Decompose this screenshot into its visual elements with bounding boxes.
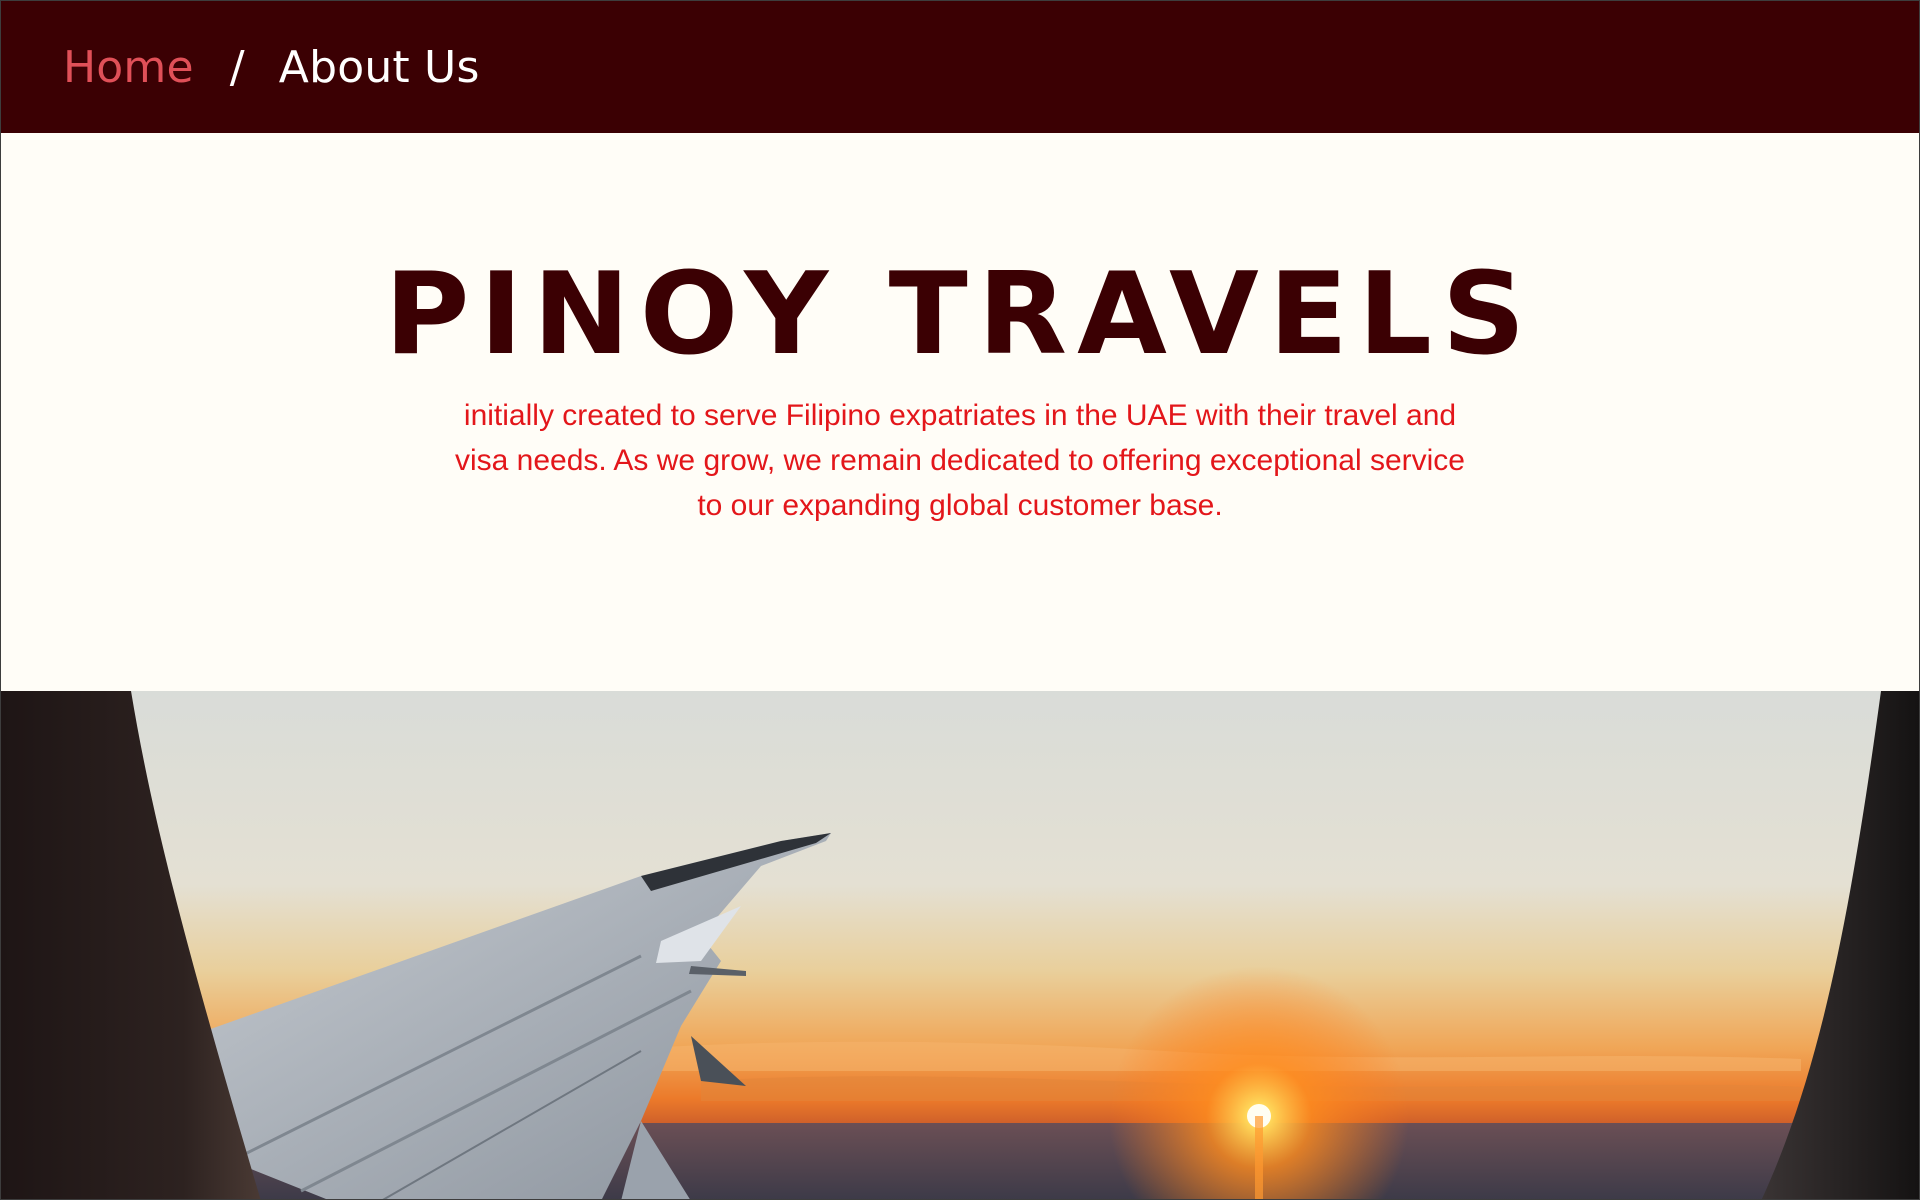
about-page: Home / About Us PINOY TRAVELS initially … bbox=[0, 0, 1920, 1200]
breadcrumb-separator: / bbox=[229, 41, 245, 93]
page-title: PINOY TRAVELS bbox=[384, 248, 1536, 381]
breadcrumb: Home / About Us bbox=[1, 1, 1919, 133]
airplane-wing-sunset-photo bbox=[1, 691, 1919, 1199]
hero-section: PINOY TRAVELS initially created to serve… bbox=[1, 133, 1919, 691]
hero-tagline: initially created to serve Filipino expa… bbox=[454, 399, 1465, 522]
breadcrumb-current: About Us bbox=[278, 41, 480, 93]
breadcrumb-home-link[interactable]: Home bbox=[63, 42, 194, 93]
